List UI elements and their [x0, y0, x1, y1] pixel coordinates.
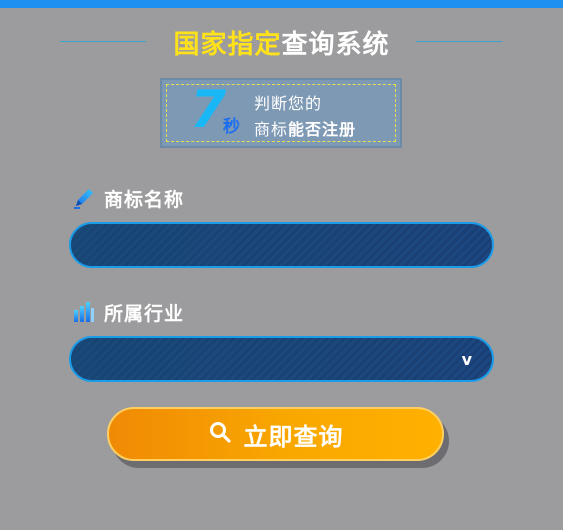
promo-badge-line2-bold: 能否注册: [288, 120, 357, 139]
trademark-name-input[interactable]: [89, 224, 453, 266]
promo-badge-line1: 判断您的: [254, 94, 323, 113]
pen-icon: [72, 186, 96, 210]
header: 国家指定查询系统: [0, 24, 563, 64]
page-title-highlight: 国家指定: [173, 30, 282, 60]
page-title: 国家指定查询系统: [0, 24, 563, 61]
industry-select[interactable]: v: [69, 336, 494, 382]
top-accent-bar: [0, 0, 563, 8]
industry-label: 所属行业: [72, 299, 184, 325]
promo-badge: 7 秒 判断您的 商标能否注册: [160, 78, 402, 148]
search-icon: [208, 420, 232, 448]
promo-badge-line2: 商标能否注册: [254, 116, 356, 140]
promo-badge-number: 7: [190, 80, 227, 140]
query-button[interactable]: 立即查询: [107, 407, 444, 461]
bar-chart-icon: [72, 300, 96, 324]
trademark-name-field[interactable]: [69, 222, 494, 268]
promo-badge-line2-prefix: 商标: [254, 120, 289, 139]
industry-selected-value: [89, 338, 449, 380]
chevron-down-icon[interactable]: v: [462, 350, 472, 369]
trademark-name-label-text: 商标名称: [104, 188, 185, 211]
trademark-name-label: 商标名称: [72, 185, 184, 211]
page-title-rest: 查询系统: [281, 30, 390, 60]
industry-label-text: 所属行业: [104, 302, 185, 325]
promo-badge-unit: 秒: [223, 117, 240, 137]
query-button-label: 立即查询: [243, 422, 344, 451]
